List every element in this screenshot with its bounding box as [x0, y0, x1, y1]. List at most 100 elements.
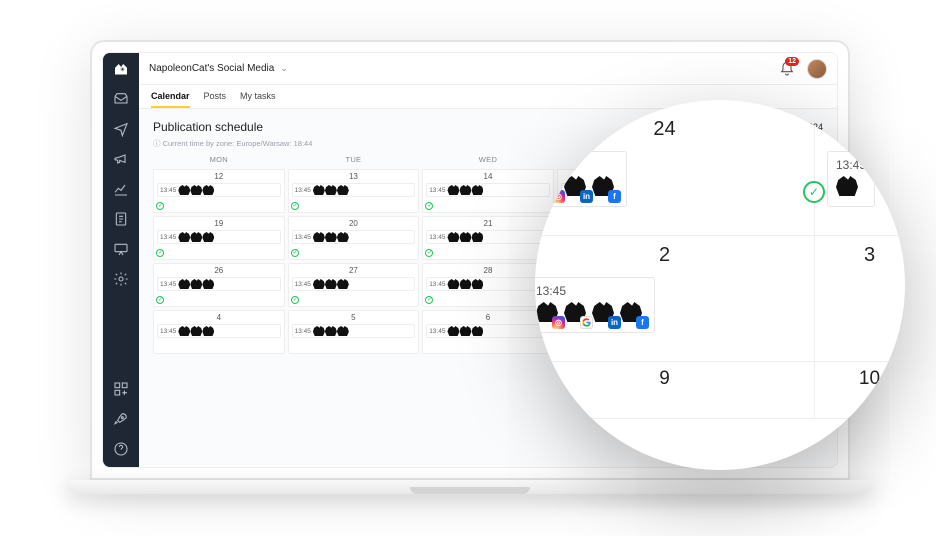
- day-number: 26: [157, 266, 281, 275]
- tab-my-tasks[interactable]: My tasks: [240, 85, 276, 108]
- approved-dot-icon: [425, 296, 433, 304]
- post-chip[interactable]: 13:45: [426, 277, 550, 291]
- approved-dot-icon: [291, 296, 299, 304]
- zoom-cell-3[interactable]: 3: [815, 236, 905, 361]
- post-time: 13:45: [429, 328, 445, 335]
- day-number: 19: [157, 219, 281, 228]
- post-account-icon: [564, 302, 590, 326]
- post-time: 13:45: [429, 281, 445, 288]
- day-number: 27: [292, 266, 416, 275]
- post-card[interactable]: 13:45 ◎ inf: [535, 277, 655, 333]
- calendar-cell[interactable]: 19 13:45: [153, 216, 285, 260]
- approved-dot-icon: [156, 296, 164, 304]
- calendar-cell[interactable]: 20 13:45: [288, 216, 420, 260]
- nav-publish-icon[interactable]: [113, 121, 129, 139]
- post-time: 13:45: [160, 234, 176, 241]
- zoom-cell-9[interactable]: 9: [535, 362, 815, 418]
- calendar-cell[interactable]: 26 13:45: [153, 263, 285, 307]
- post-time: 13:45: [295, 328, 311, 335]
- post-time: 13:45: [160, 281, 176, 288]
- post-chip[interactable]: 13:45: [292, 183, 416, 197]
- nav-reports-icon[interactable]: [113, 211, 129, 229]
- post-chip[interactable]: 13:45: [426, 324, 550, 338]
- nav-apps-icon[interactable]: [113, 381, 129, 399]
- post-account-icon: ◎: [536, 176, 562, 200]
- post-time: 13:45: [160, 328, 176, 335]
- calendar-cell[interactable]: 27 13:45: [288, 263, 420, 307]
- day-number: 6: [426, 313, 550, 322]
- laptop-notch: [410, 487, 530, 494]
- notifications-button[interactable]: 12: [777, 59, 797, 79]
- day-number: 13: [292, 172, 416, 181]
- post-chip[interactable]: 13:45: [157, 324, 281, 338]
- nav-rocket-icon[interactable]: [113, 411, 129, 429]
- post-account-icon: f: [592, 176, 618, 200]
- approved-check-icon: ✓: [803, 181, 825, 203]
- workspace-dropdown-icon[interactable]: ⌄: [280, 63, 288, 74]
- calendar-cell[interactable]: 13 13:45: [288, 169, 420, 213]
- calendar-cell[interactable]: 5 13:45: [288, 310, 420, 354]
- day-header: MON: [153, 155, 285, 166]
- zoom-day: 3: [827, 244, 905, 267]
- day-number: 5: [292, 313, 416, 322]
- post-card[interactable]: 13:45: [827, 151, 875, 207]
- zoom-day: 2: [535, 244, 802, 267]
- post-time: 13:45: [295, 234, 311, 241]
- approved-dot-icon: [291, 249, 299, 257]
- post-time: 13:45: [429, 187, 445, 194]
- post-chip[interactable]: 13:45: [292, 324, 416, 338]
- post-chip[interactable]: 13:45: [426, 230, 550, 244]
- post-chip[interactable]: 13:45: [292, 230, 416, 244]
- nav-analytics-icon[interactable]: [113, 181, 129, 199]
- post-chip[interactable]: 13:45: [157, 277, 281, 291]
- workspace-name[interactable]: NapoleonCat's Social Media: [149, 63, 274, 74]
- nav-settings-icon[interactable]: [113, 271, 129, 289]
- zoom-cell-24[interactable]: 24 13:45 ◎inf ✓: [535, 110, 815, 235]
- day-number: 20: [292, 219, 416, 228]
- post-account-icon: ◎: [536, 302, 562, 326]
- post-chip[interactable]: 13:45: [426, 183, 550, 197]
- approved-dot-icon: [425, 249, 433, 257]
- day-number: 14: [426, 172, 550, 181]
- day-number: 4: [157, 313, 281, 322]
- approved-dot-icon: [291, 202, 299, 210]
- post-time: 13:45: [836, 158, 866, 172]
- nav-megaphone-icon[interactable]: [113, 151, 129, 169]
- zoom-cell-10[interactable]: 10: [815, 362, 905, 418]
- zoom-day: 25: [827, 118, 905, 141]
- nav-inbox-icon[interactable]: [113, 91, 129, 109]
- sidebar: [103, 53, 139, 467]
- nav-help-icon[interactable]: [113, 441, 129, 459]
- zoom-cell-2[interactable]: 2 13:45 ◎inf ✓: [535, 236, 815, 361]
- day-number: 12: [157, 172, 281, 181]
- post-time: 13:45: [536, 158, 618, 172]
- post-account-icon: in: [592, 302, 618, 326]
- post-chip[interactable]: 13:45: [292, 277, 416, 291]
- logo-icon[interactable]: [110, 61, 132, 79]
- post-time: 13:45: [429, 234, 445, 241]
- zoom-day: 10: [827, 368, 905, 390]
- tab-calendar[interactable]: Calendar: [151, 85, 190, 108]
- day-number: 21: [426, 219, 550, 228]
- approved-dot-icon: [156, 202, 164, 210]
- post-chip[interactable]: 13:45: [157, 183, 281, 197]
- post-card[interactable]: 13:45 ◎in f: [535, 151, 627, 207]
- topbar: NapoleonCat's Social Media ⌄ 12: [139, 53, 837, 85]
- post-time: 13:45: [295, 281, 311, 288]
- zoom-day: 9: [535, 368, 802, 390]
- tab-posts[interactable]: Posts: [204, 85, 227, 108]
- calendar-cell[interactable]: 4 13:45: [153, 310, 285, 354]
- post-time: 13:45: [536, 284, 646, 298]
- notification-badge: 12: [785, 57, 799, 66]
- post-account-icon: f: [620, 302, 646, 326]
- zoom-cell-25[interactable]: 25 13:45 ✓: [815, 110, 905, 235]
- day-header: TUE: [288, 155, 420, 166]
- post-account-icon: in: [564, 176, 590, 200]
- calendar-cell[interactable]: 12 13:45: [153, 169, 285, 213]
- fb-network-icon: f: [608, 190, 621, 203]
- post-chip[interactable]: 13:45: [157, 230, 281, 244]
- nav-present-icon[interactable]: [113, 241, 129, 259]
- day-number: 28: [426, 266, 550, 275]
- user-avatar[interactable]: [807, 59, 827, 79]
- approved-dot-icon: [425, 202, 433, 210]
